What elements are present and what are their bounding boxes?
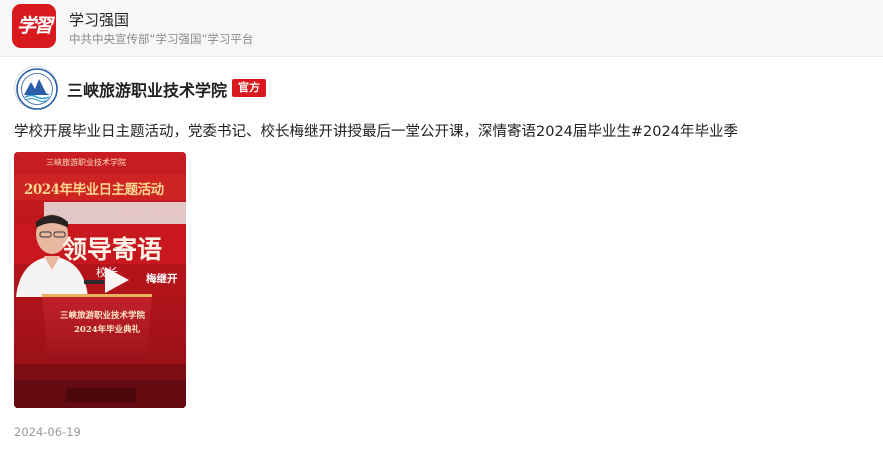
thumbnail-backdrop-english: Tourism Polytechnic College bbox=[122, 208, 186, 216]
thumbnail-heading: 领导寄语 bbox=[62, 235, 163, 264]
app-subtitle: 中共中央宣传部“学习强国”学习平台 bbox=[69, 32, 254, 46]
xuexi-logo-icon[interactable]: 学習 bbox=[12, 4, 56, 48]
thumbnail-event-title: 2024年毕业日主题活动 bbox=[24, 182, 164, 198]
official-badge: 官方 bbox=[232, 79, 266, 97]
app-header: 学習 学习强国 中共中央宣传部“学习强国”学习平台 bbox=[0, 0, 883, 57]
logo-text: 学習 bbox=[16, 15, 53, 37]
thumbnail-podium-line2: 2024年毕业典礼 bbox=[74, 325, 141, 335]
account-avatar[interactable] bbox=[14, 66, 58, 110]
thumbnail-podium-line1: 三峡旅游职业技术学院 bbox=[60, 311, 146, 321]
post-text[interactable]: 学校开展毕业日主题活动，党委书记、校长梅继开讲授最后一堂公开课，深情寄语2024… bbox=[14, 121, 874, 143]
play-icon[interactable] bbox=[105, 267, 129, 293]
thumbnail-school-banner: 三峡旅游职业技术学院 bbox=[46, 158, 126, 167]
post-date: 2024-06-19 bbox=[14, 425, 81, 439]
school-emblem-icon bbox=[16, 68, 58, 110]
thumbnail-speaker-name: 梅继开 bbox=[146, 273, 178, 285]
app-name[interactable]: 学习强国 bbox=[69, 9, 129, 30]
account-name[interactable]: 三峡旅游职业技术学院 bbox=[67, 77, 227, 101]
video-thumbnail[interactable]: 三峡旅游职业技术学院 2024年毕业日主题活动 Tourism Polytech… bbox=[14, 152, 186, 408]
